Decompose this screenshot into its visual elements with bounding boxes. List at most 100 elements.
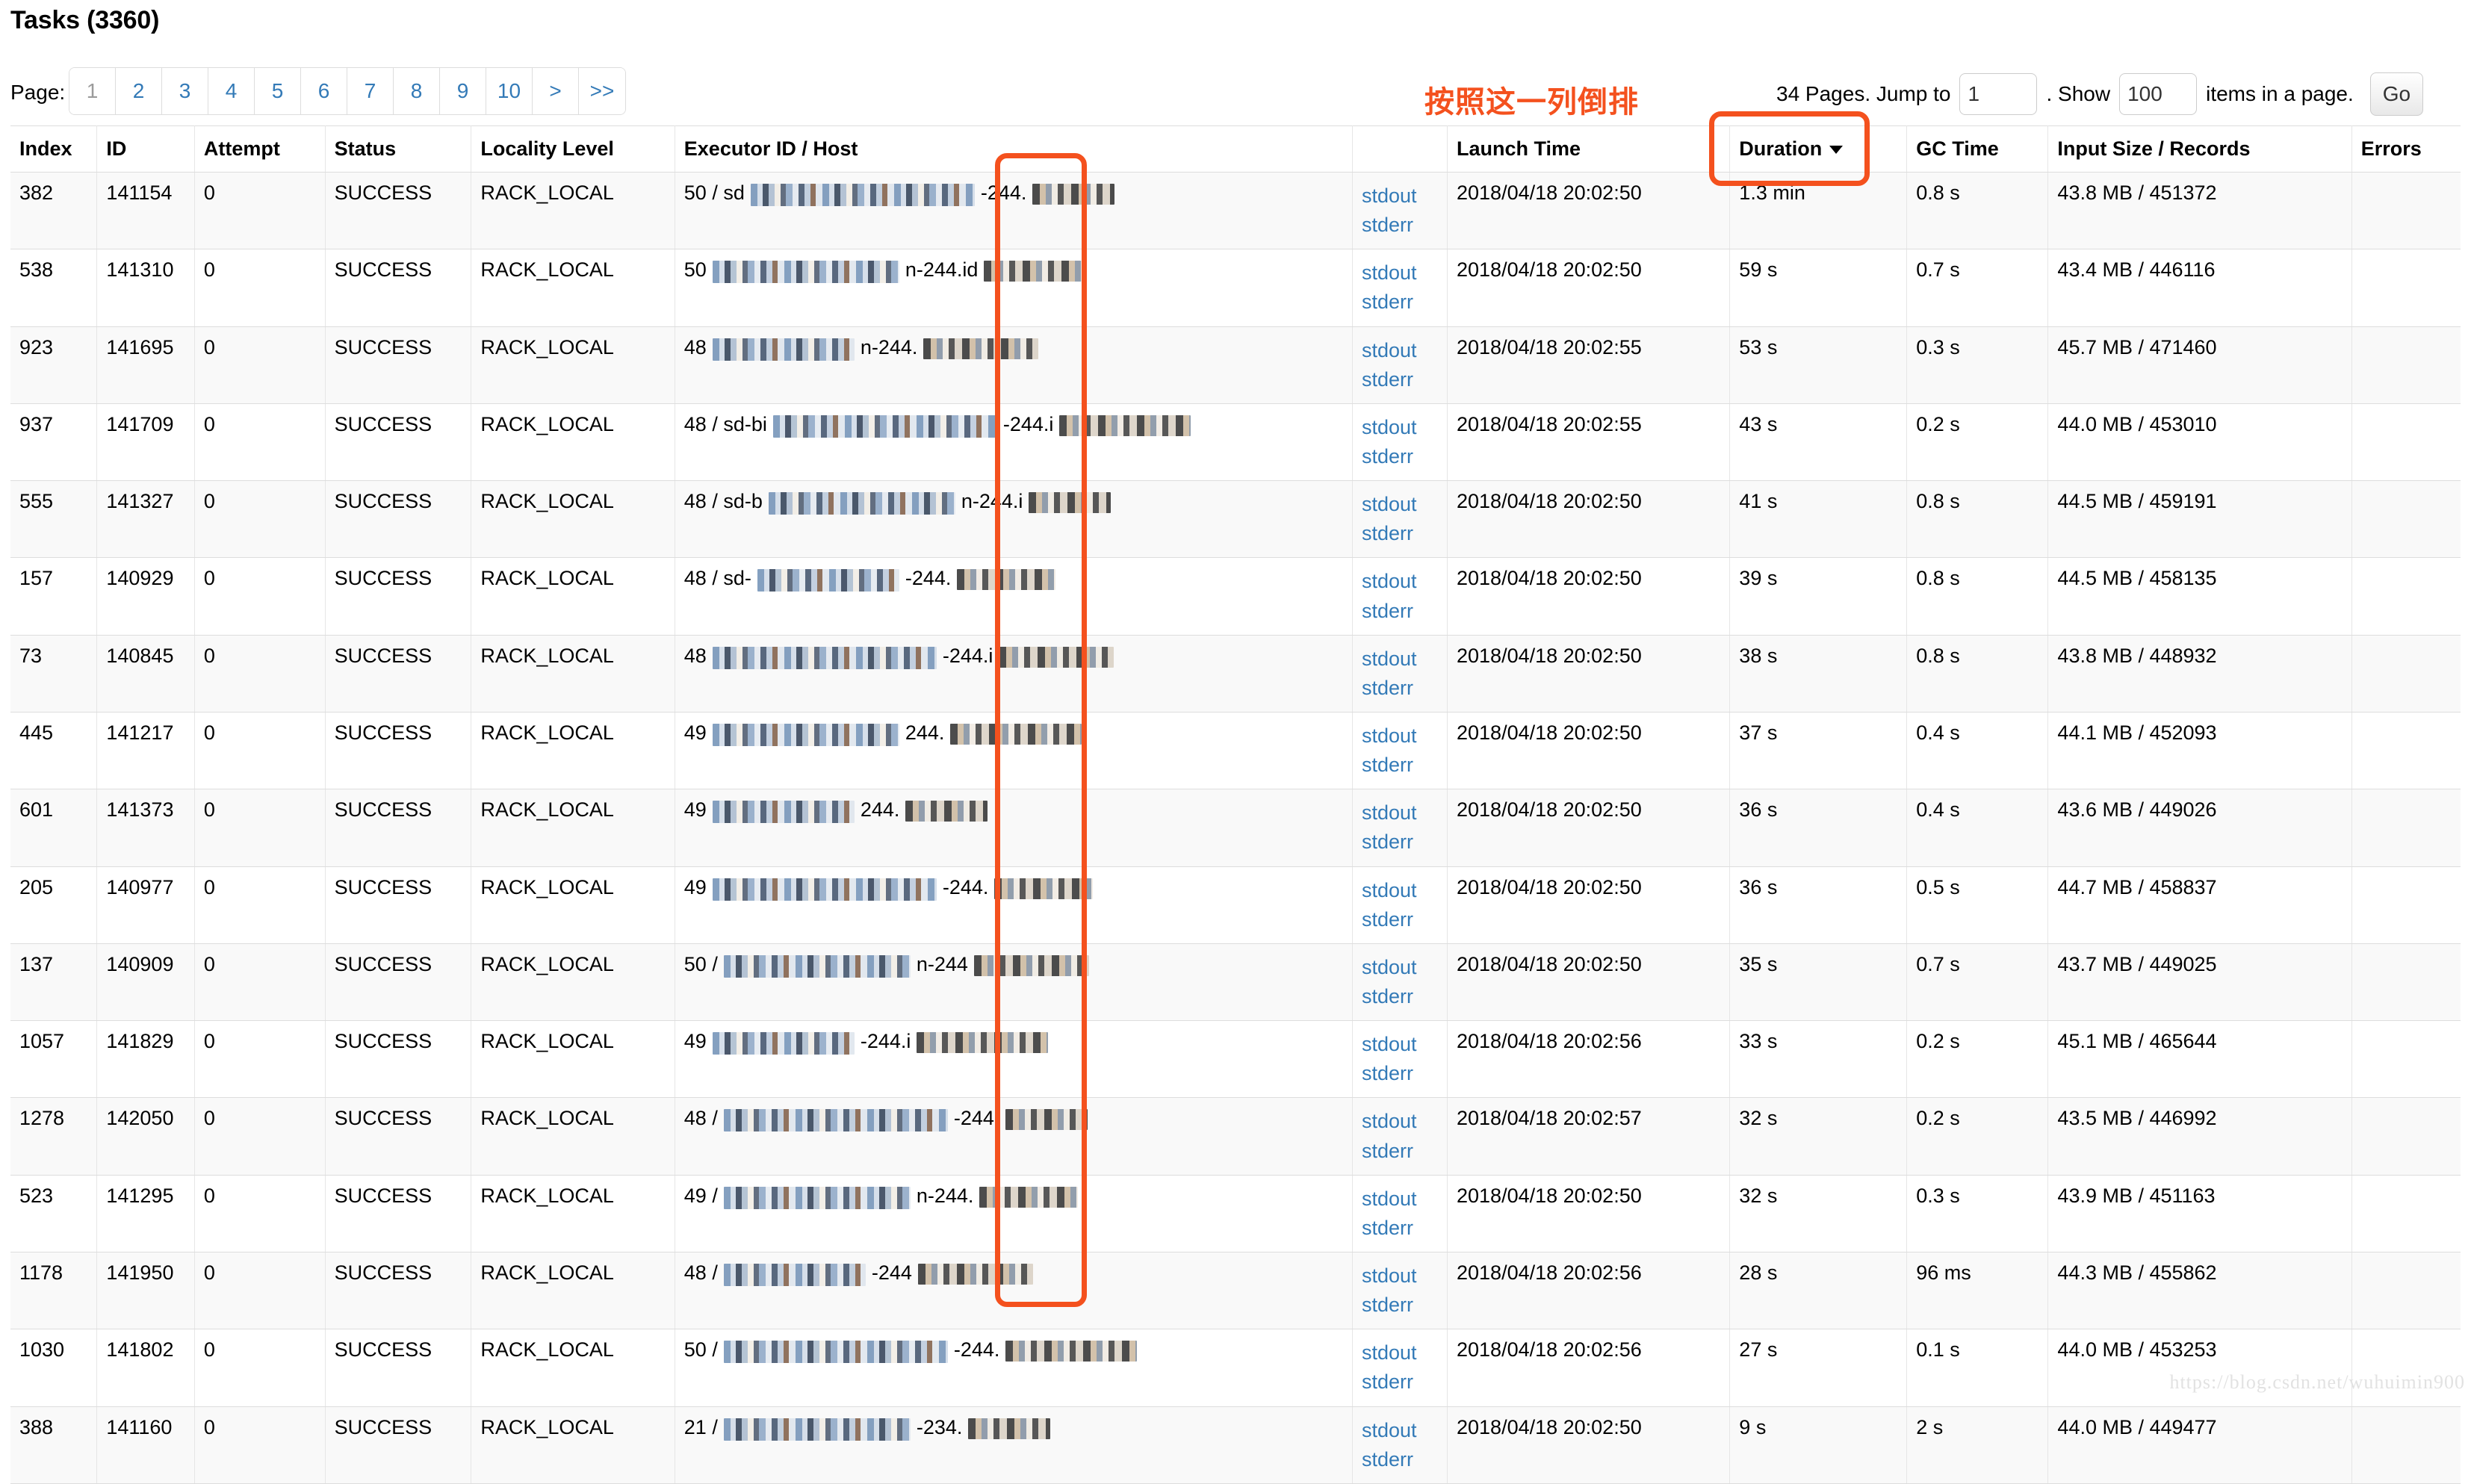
stderr-link[interactable]: stderr (1362, 288, 1436, 317)
stderr-link[interactable]: stderr (1362, 211, 1436, 240)
redacted-host-tail-icon (1032, 184, 1115, 205)
host-fragment: 244. (860, 798, 900, 822)
stdout-link[interactable]: stdout (1362, 1416, 1436, 1445)
cell-status: SUCCESS (325, 1020, 472, 1099)
stderr-link[interactable]: stderr (1362, 519, 1436, 548)
executor-id: 49 (683, 875, 707, 898)
cell-id: 141802 (96, 1329, 195, 1407)
cell-status: SUCCESS (325, 1097, 472, 1176)
stdout-link[interactable]: stdout (1362, 258, 1436, 288)
pagination-item-9[interactable]: 9 (440, 68, 486, 114)
stderr-link[interactable]: stderr (1362, 442, 1436, 471)
stdout-link[interactable]: stdout (1362, 953, 1436, 982)
stderr-link[interactable]: stderr (1362, 905, 1436, 934)
stderr-link[interactable]: stderr (1362, 982, 1436, 1011)
cell-locality-level: RACK_LOCAL (471, 635, 675, 712)
go-button[interactable]: Go (2369, 72, 2424, 116)
column-header-id[interactable]: ID (96, 125, 195, 173)
pagination-item-2[interactable]: 2 (116, 68, 162, 114)
cell-duration: 43 s (1729, 403, 1908, 482)
host-fragment: -244.i (942, 644, 993, 667)
cell-input-size-records: 44.0 MB / 449477 (2047, 1406, 2352, 1484)
stdout-link[interactable]: stdout (1362, 1107, 1436, 1136)
stdout-link[interactable]: stdout (1362, 490, 1436, 519)
sort-desc-caret-icon (1829, 146, 1844, 155)
column-header-locality-level[interactable]: Locality Level (471, 125, 675, 173)
cell-locality-level: RACK_LOCAL (471, 1097, 675, 1176)
cell-status: SUCCESS (325, 789, 472, 867)
pagination-item-4[interactable]: 4 (208, 68, 255, 114)
cell-status: SUCCESS (325, 249, 472, 327)
cell-gc-time: 0.2 s (1906, 1097, 2049, 1176)
pagination-item-5[interactable]: 5 (255, 68, 301, 114)
redacted-host-icon (712, 801, 855, 824)
cell-executor-id-host: 49 -244.i (675, 1020, 1354, 1099)
column-header-gc-time[interactable]: GC Time (1906, 125, 2049, 173)
redacted-host-tail-icon (917, 1032, 1049, 1054)
stderr-link[interactable]: stderr (1362, 1214, 1436, 1243)
executor-id: 50 (683, 258, 707, 282)
stderr-link[interactable]: stderr (1362, 674, 1436, 703)
stderr-link[interactable]: stderr (1362, 1137, 1436, 1166)
column-header-duration[interactable]: Duration (1729, 125, 1908, 173)
stderr-link[interactable]: stderr (1362, 1291, 1436, 1320)
column-header-executor-id-host[interactable]: Executor ID / Host (675, 125, 1354, 173)
stdout-link[interactable]: stdout (1362, 413, 1436, 442)
pagination-item-8[interactable]: 8 (394, 68, 440, 114)
column-header-errors[interactable]: Errors (2351, 125, 2461, 173)
redacted-host-tail-icon (1029, 492, 1112, 514)
cell-index: 445 (10, 712, 98, 790)
pagination-item-nextnext[interactable]: >> (579, 68, 625, 114)
stderr-link[interactable]: stderr (1362, 828, 1436, 857)
cell-duration: 28 s (1729, 1252, 1908, 1330)
jump-to-input[interactable] (1959, 73, 2038, 115)
stderr-link[interactable]: stderr (1362, 597, 1436, 626)
cell-launch-time: 2018/04/18 20:02:50 (1447, 557, 1731, 636)
redacted-host-icon (750, 184, 975, 206)
column-header-attempt[interactable]: Attempt (194, 125, 326, 173)
column-header-status[interactable]: Status (325, 125, 472, 173)
stderr-link[interactable]: stderr (1362, 1445, 1436, 1474)
cell-duration: 35 s (1729, 943, 1908, 1022)
stderr-link[interactable]: stderr (1362, 1367, 1436, 1397)
redacted-host-icon (768, 492, 955, 515)
stdout-link[interactable]: stdout (1362, 1261, 1436, 1291)
stdout-link[interactable]: stdout (1362, 1185, 1436, 1214)
cell-gc-time: 0.8 s (1906, 172, 2049, 250)
stdout-link[interactable]: stdout (1362, 336, 1436, 365)
cell-logs: stdout stderr (1352, 1252, 1448, 1330)
pagination-item-7[interactable]: 7 (347, 68, 394, 114)
pagination-item-6[interactable]: 6 (301, 68, 347, 114)
cell-status: SUCCESS (325, 172, 472, 250)
stderr-link[interactable]: stderr (1362, 365, 1436, 394)
cell-executor-id-host: 49 244. (675, 789, 1354, 867)
table-row: 157 140929 0 SUCCESS RACK_LOCAL 48 / sd- -244.… (10, 557, 2461, 636)
table-row: 73 140845 0 SUCCESS RACK_LOCAL 48 -244.i stdout… (10, 635, 2461, 712)
stdout-link[interactable]: stdout (1362, 181, 1436, 211)
pagination-item-10[interactable]: 10 (486, 68, 533, 114)
cell-locality-level: RACK_LOCAL (471, 557, 675, 636)
cell-launch-time: 2018/04/18 20:02:50 (1447, 480, 1731, 559)
redacted-host-icon (723, 1418, 911, 1441)
column-header-input-size-records[interactable]: Input Size / Records (2047, 125, 2352, 173)
pagination-item-3[interactable]: 3 (162, 68, 208, 114)
column-header-index[interactable]: Index (10, 125, 98, 173)
stderr-link[interactable]: stderr (1362, 751, 1436, 780)
stdout-link[interactable]: stdout (1362, 645, 1436, 674)
items-per-page-input[interactable] (2119, 73, 2198, 115)
stdout-link[interactable]: stdout (1362, 1338, 1436, 1367)
pagination-item-1[interactable]: 1 (69, 68, 116, 114)
stdout-link[interactable]: stdout (1362, 567, 1436, 596)
stdout-link[interactable]: stdout (1362, 721, 1436, 751)
stderr-link[interactable]: stderr (1362, 1059, 1436, 1088)
cell-locality-level: RACK_LOCAL (471, 326, 675, 404)
cell-input-size-records: 44.1 MB / 452093 (2047, 712, 2352, 790)
table-row: 538 141310 0 SUCCESS RACK_LOCAL 50 n-244.id std… (10, 249, 2461, 327)
column-header-launch-time[interactable]: Launch Time (1447, 125, 1731, 173)
stdout-link[interactable]: stdout (1362, 798, 1436, 828)
pagination-item-next[interactable]: > (533, 68, 579, 114)
stdout-link[interactable]: stdout (1362, 1030, 1436, 1059)
cell-logs: stdout stderr (1352, 943, 1448, 1022)
pagination-control[interactable]: 1 2 3 4 5 6 7 8 9 10 > >> (69, 67, 626, 115)
stdout-link[interactable]: stdout (1362, 876, 1436, 905)
